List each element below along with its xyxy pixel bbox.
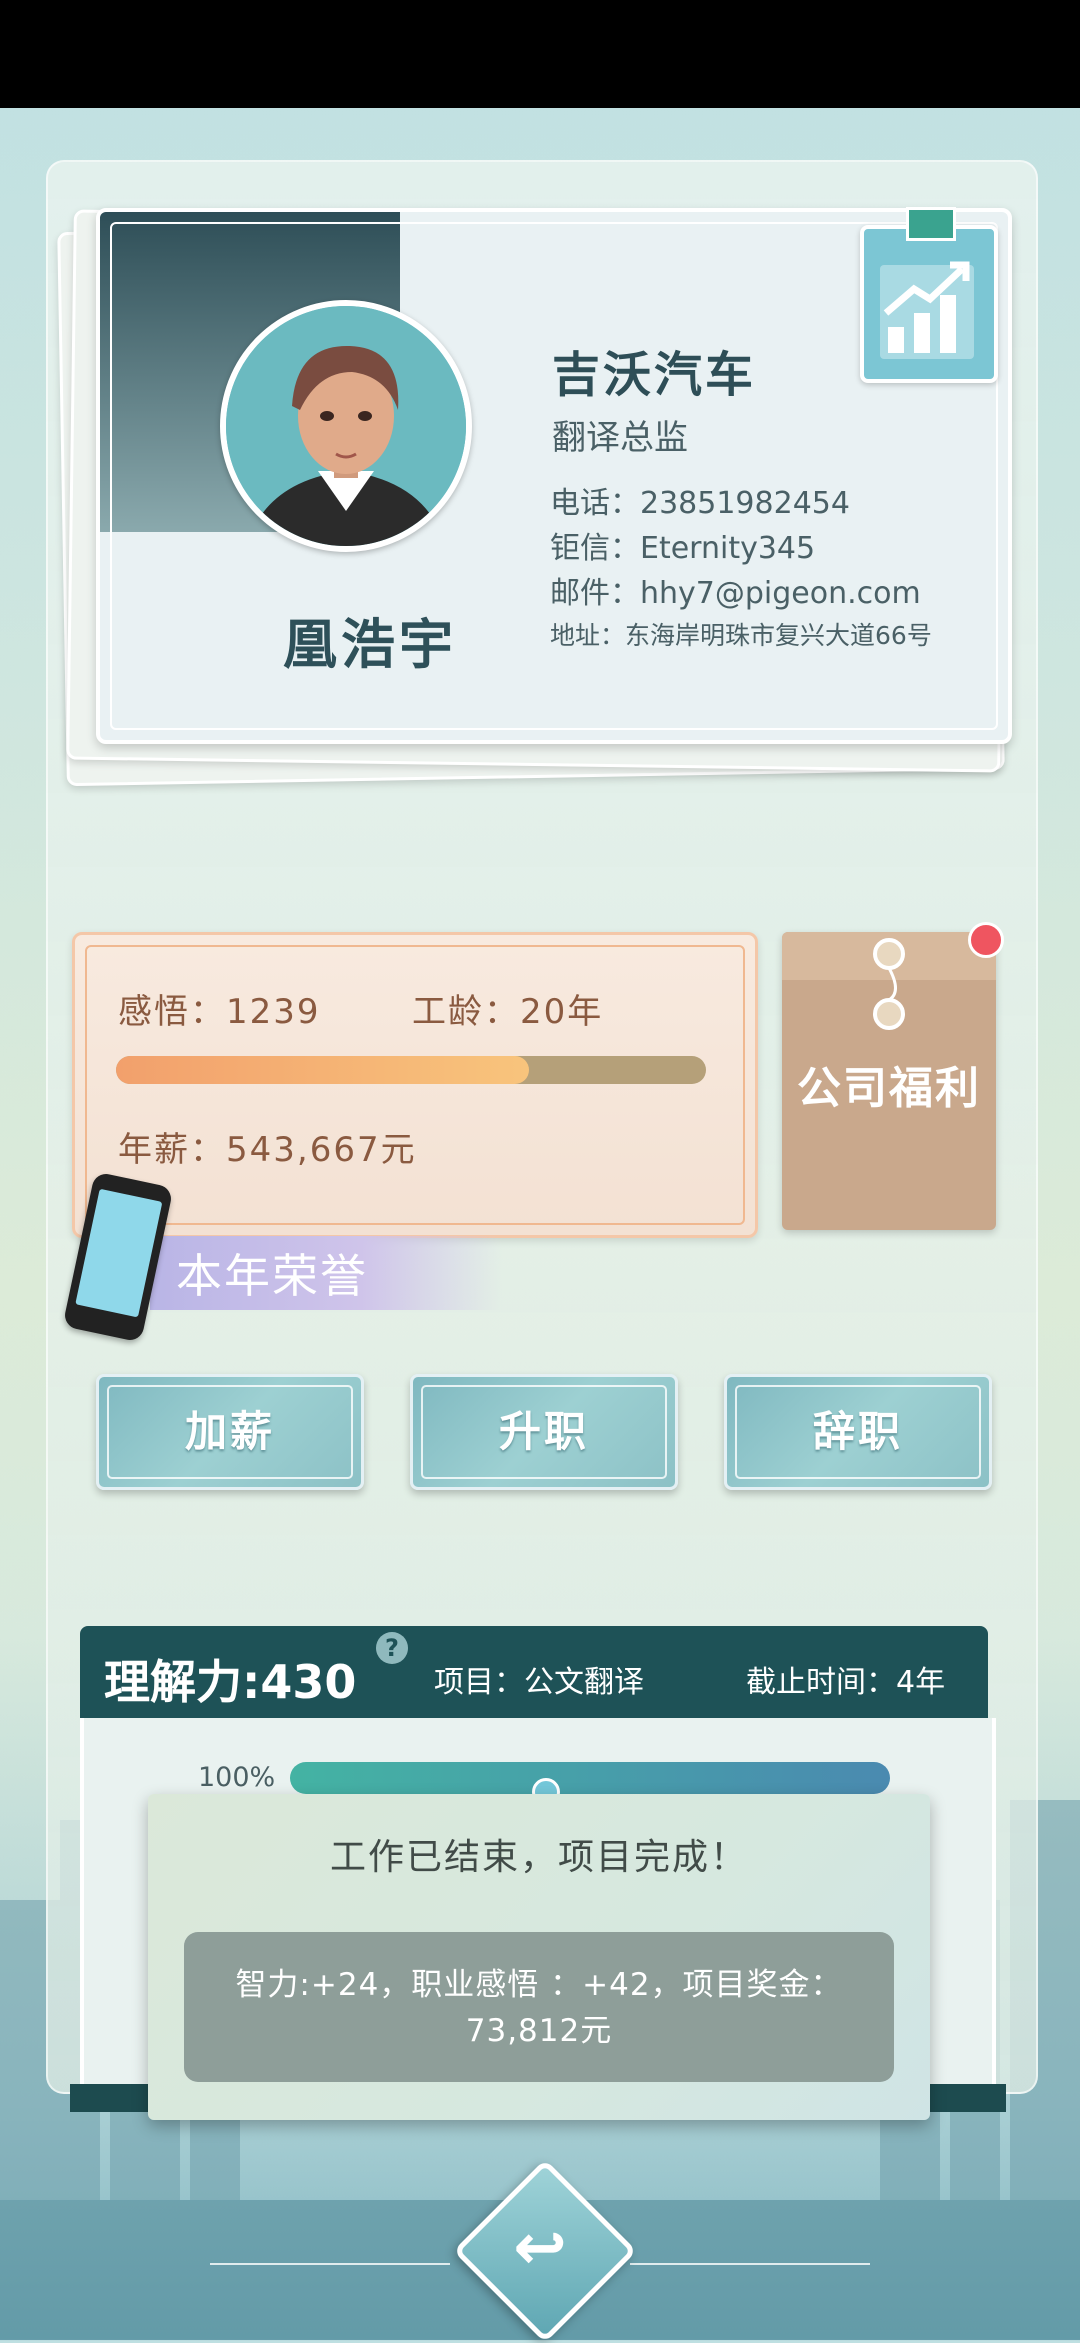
right-divider [630, 2263, 870, 2265]
seniority-stat: 工龄：20年 [412, 992, 604, 1032]
reward-line-1: 智力:+24，职业感悟 ：+42，项目奖金： [235, 1967, 843, 2003]
resign-button[interactable]: 辞职 [724, 1374, 992, 1490]
insight-stat: 感悟：1239 [118, 992, 321, 1032]
salary-stat: 年薪：543,667元 [118, 1130, 417, 1170]
project-progress-text: 100% [198, 1762, 276, 1793]
return-arrow-icon: ↩ [513, 2211, 567, 2285]
string-button-icon [873, 938, 905, 1030]
insight-progress-bar [116, 1056, 706, 1084]
employee-name: 凰浩宇 [283, 613, 457, 676]
status-bar [0, 0, 1080, 108]
notification-dot [968, 922, 1004, 958]
chat-id-text: 钜信：Eternity345 [550, 531, 816, 566]
insight-progress-fill [116, 1056, 529, 1084]
reward-text: 智力:+24，职业感悟 ：+42，项目奖金： 73,812元 [184, 1962, 894, 2054]
promote-button[interactable]: 升职 [410, 1374, 678, 1490]
avatar[interactable] [220, 300, 472, 552]
project-name: 项目：公文翻译 [434, 1665, 644, 1700]
company-name: 吉沃汽车 [552, 347, 757, 403]
left-divider [210, 2263, 450, 2265]
reward-line-2: 73,812元 [465, 2013, 613, 2049]
welfare-label: 公司福利 [797, 1063, 981, 1114]
project-complete-dialog[interactable]: 工作已结束，项目完成！ 智力:+24，职业感悟 ：+42，项目奖金： 73,81… [148, 1794, 930, 2120]
help-icon[interactable]: ? [376, 1632, 408, 1664]
job-title: 翻译总监 [552, 418, 688, 458]
address-text: 地址：东海岸明珠市复兴大道66号 [550, 621, 932, 650]
career-chart-button[interactable] [860, 207, 998, 383]
honor-label: 本年荣誉 [176, 1249, 368, 1303]
email-text: 邮件：hhy7@pigeon.com [550, 576, 921, 611]
stats-panel [72, 932, 758, 1238]
project-deadline: 截止时间：4年 [746, 1665, 946, 1700]
raise-salary-label: 加薪 [184, 1407, 275, 1456]
project-progress-bar [290, 1762, 890, 1794]
promote-label: 升职 [498, 1407, 589, 1456]
growth-chart-icon [880, 261, 974, 359]
company-welfare-button[interactable]: 公司福利 [782, 932, 996, 1230]
comprehension-stat: 理解力:430 [104, 1655, 357, 1709]
raise-salary-button[interactable]: 加薪 [96, 1374, 364, 1490]
dialog-title: 工作已结束，项目完成！ [329, 1837, 748, 1878]
project-progress-fill [290, 1762, 890, 1794]
phone-text: 电话：23851982454 [550, 486, 850, 521]
resign-label: 辞职 [812, 1407, 903, 1456]
reward-box: 智力:+24，职业感悟 ：+42，项目奖金： 73,812元 [184, 1932, 894, 2082]
